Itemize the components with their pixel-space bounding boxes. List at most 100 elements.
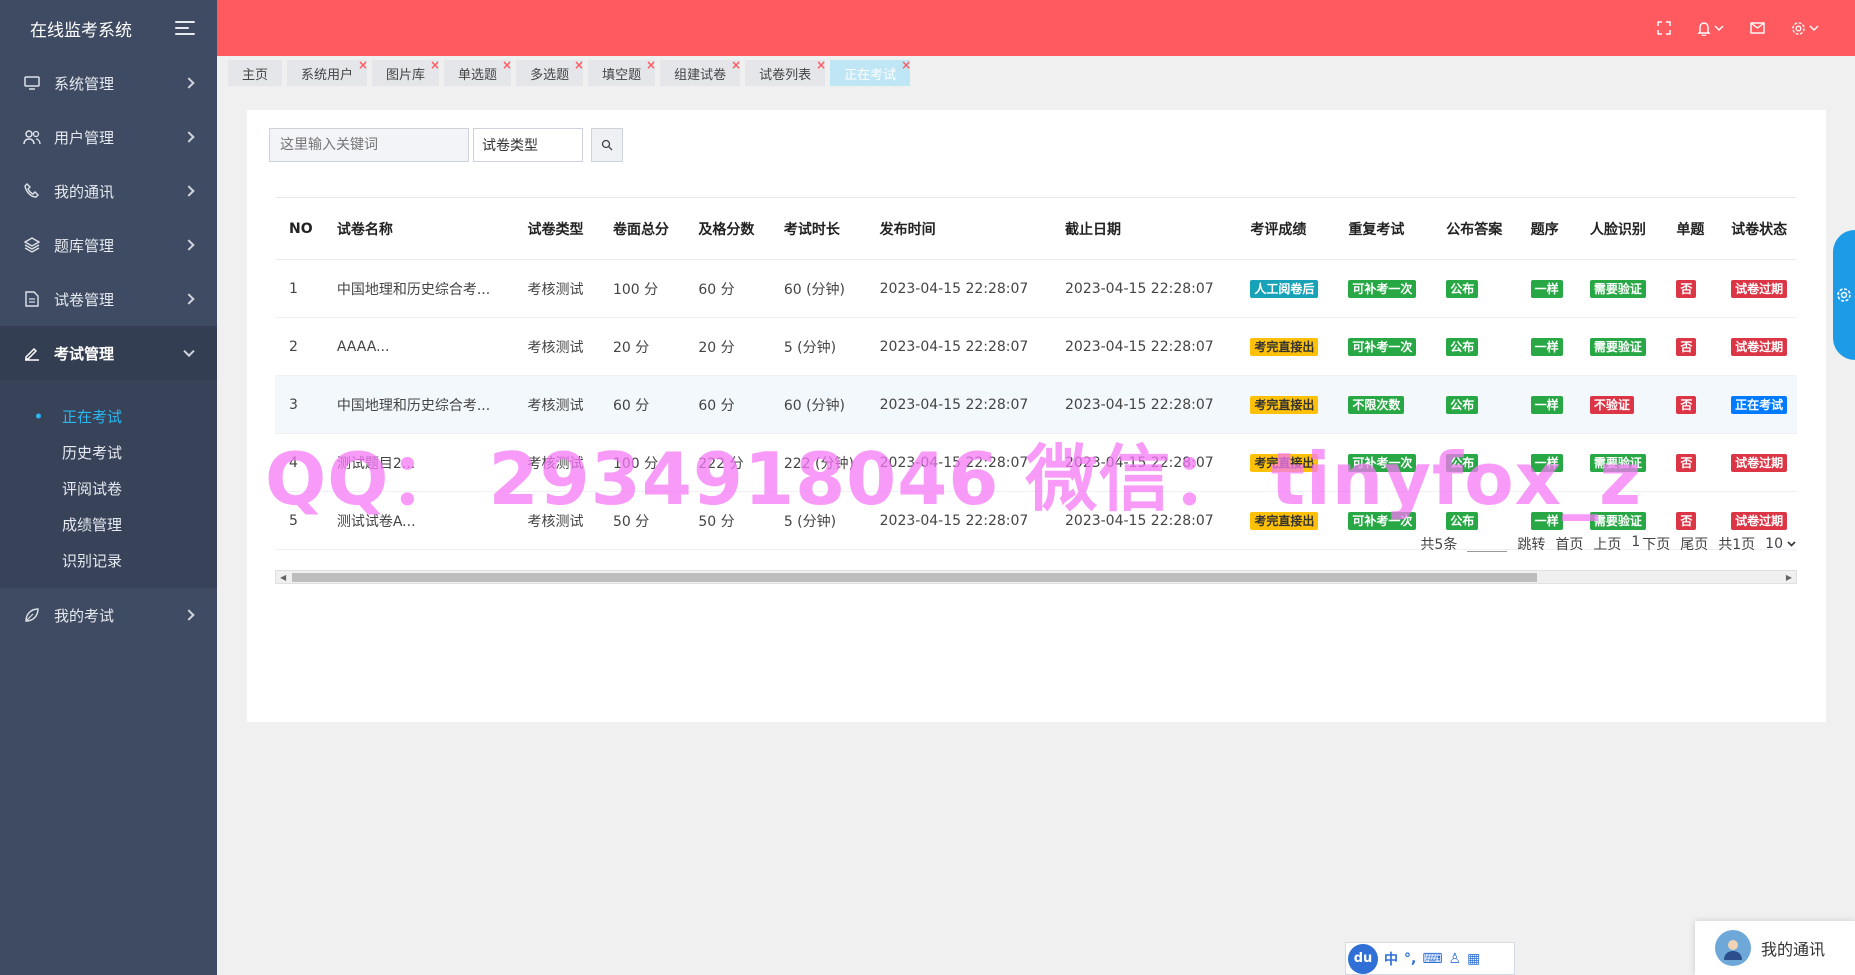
- menu-toggle-icon[interactable]: [175, 20, 195, 36]
- ime-logo: du: [1348, 943, 1378, 974]
- close-icon[interactable]: ×: [901, 58, 911, 72]
- app-title: 在线监考系统: [30, 20, 132, 41]
- badge-order: 一样: [1530, 337, 1563, 356]
- sidebar-item-users[interactable]: 用户管理: [0, 110, 217, 164]
- pen-icon: [22, 343, 42, 363]
- table-row[interactable]: 2 AAAA... 考核测试 20 分 20 分5 (分钟) 2023-04-15 22:…: [275, 317, 1797, 376]
- bell-icon[interactable]: [1697, 21, 1724, 36]
- pager-next[interactable]: 下页: [1642, 534, 1670, 554]
- tab-system-users[interactable]: 系统用户 ×: [287, 58, 368, 86]
- page-size-select[interactable]: 10: [1765, 536, 1796, 552]
- pager-jump-input[interactable]: [1467, 536, 1508, 552]
- sidebar-item-label: 试卷管理: [54, 290, 115, 309]
- tab-ongoing-exam[interactable]: 正在考试 ×: [830, 58, 911, 86]
- content-card: 试卷类型 NO试卷名称试卷类型卷面总分及格分数考试时长发布时间截止日期考评成绩重…: [247, 110, 1826, 722]
- close-icon[interactable]: ×: [574, 58, 584, 72]
- scroll-right-icon[interactable]: ▶: [1786, 573, 1792, 582]
- sidebar: 在线监考系统 系统管理 用户管理 我的通讯 题库管理 试卷管理 考试管理 正在考…: [0, 0, 217, 975]
- sidebar-item-question-bank[interactable]: 题库管理: [0, 218, 217, 272]
- table-cell-pass: 60 分: [684, 259, 770, 318]
- tab-multi-choice[interactable]: 多选题 ×: [516, 58, 584, 86]
- paper-type-select[interactable]: 试卷类型: [473, 128, 583, 162]
- ime-user-icon[interactable]: ♙: [1449, 951, 1462, 967]
- mail-icon[interactable]: [1750, 22, 1765, 34]
- ime-mode[interactable]: 中: [1384, 949, 1398, 969]
- leaf-icon: [22, 605, 42, 625]
- sidebar-item-exams[interactable]: 考试管理: [0, 326, 217, 380]
- column-header: 题序: [1516, 197, 1576, 260]
- badge-repeat: 可补考一次: [1348, 279, 1417, 298]
- pager-first[interactable]: 首页: [1555, 534, 1583, 554]
- table-cell-type: 考核测试: [513, 259, 599, 318]
- scrollbar-thumb[interactable]: [292, 573, 1537, 582]
- sidebar-item-my-exams[interactable]: 我的考试: [0, 588, 217, 642]
- pager-current[interactable]: 1: [1631, 534, 1640, 554]
- search-icon: [601, 139, 613, 151]
- column-header: 试卷类型: [513, 197, 599, 260]
- badge-single: 否: [1676, 337, 1697, 356]
- tab-paper-list[interactable]: 试卷列表 ×: [745, 58, 826, 86]
- brand: 在线监考系统: [0, 0, 217, 56]
- chevron-right-icon: [183, 609, 195, 621]
- submenu-item-ongoing[interactable]: 正在考试: [0, 398, 217, 434]
- sidebar-item-system[interactable]: 系统管理: [0, 56, 217, 110]
- ime-toolbar[interactable]: du 中 °, ⌨ ♙ ▦: [1345, 942, 1515, 975]
- column-header: 考试时长: [769, 197, 866, 260]
- ime-grid-icon[interactable]: ▦: [1467, 951, 1480, 967]
- pager-prev[interactable]: 上页: [1593, 534, 1621, 554]
- tab-build-paper[interactable]: 组建试卷 ×: [660, 58, 741, 86]
- table-cell-status: 试卷过期: [1717, 433, 1797, 492]
- table-cell-total: 20 分: [598, 317, 685, 376]
- tab-image-library[interactable]: 图片库 ×: [372, 58, 440, 86]
- horizontal-scrollbar[interactable]: ◀ ▶: [275, 570, 1797, 584]
- sidebar-item-papers[interactable]: 试卷管理: [0, 272, 217, 326]
- close-icon[interactable]: ×: [731, 58, 741, 72]
- ime-keyboard-icon[interactable]: ⌨: [1422, 951, 1442, 967]
- submenu-item-records[interactable]: 识别记录: [0, 542, 217, 578]
- table-cell-status: 试卷过期: [1717, 259, 1797, 318]
- tab-single-choice[interactable]: 单选题 ×: [444, 58, 512, 86]
- table-cell-order: 一样: [1516, 259, 1576, 318]
- gear-icon: [1837, 288, 1851, 302]
- phone-icon: [22, 181, 42, 201]
- table-cell-grade: 人工阅卷后: [1236, 259, 1335, 318]
- close-icon[interactable]: ×: [646, 58, 656, 72]
- sidebar-item-label: 考试管理: [54, 344, 115, 363]
- pager-last[interactable]: 尾页: [1680, 534, 1708, 554]
- close-icon[interactable]: ×: [816, 58, 826, 72]
- settings-gear-icon[interactable]: [1791, 21, 1819, 36]
- table-cell-status: 试卷过期: [1717, 317, 1797, 376]
- pagination: 共5条 跳转 首页 上页 1 下页 尾页 共1页 10: [1420, 534, 1796, 554]
- fullscreen-icon[interactable]: [1657, 21, 1671, 35]
- pager-jump[interactable]: 跳转: [1517, 534, 1545, 554]
- column-header: 公布答案: [1432, 197, 1517, 260]
- badge-order: 一样: [1530, 279, 1563, 298]
- submenu-item-history[interactable]: 历史考试: [0, 434, 217, 470]
- badge-grade: 考完直接出: [1250, 395, 1319, 414]
- top-header: [217, 0, 1855, 56]
- table-cell-publish: 2023-04-15 22:28:07: [865, 259, 1051, 318]
- close-icon[interactable]: ×: [502, 58, 512, 72]
- sidebar-item-label: 我的通讯: [54, 182, 115, 201]
- tab-fill-blank[interactable]: 填空题 ×: [588, 58, 656, 86]
- document-icon: [22, 289, 42, 309]
- table-cell-pass: 20 分: [684, 317, 770, 376]
- sidebar-item-contacts[interactable]: 我的通讯: [0, 164, 217, 218]
- tab-home[interactable]: 主页: [228, 60, 283, 86]
- sidebar-item-label: 题库管理: [54, 236, 115, 255]
- ime-punct-icon[interactable]: °,: [1404, 951, 1416, 967]
- close-icon[interactable]: ×: [430, 58, 440, 72]
- scroll-left-icon[interactable]: ◀: [280, 573, 286, 582]
- close-icon[interactable]: ×: [358, 58, 368, 72]
- layers-icon: [22, 235, 42, 255]
- search-button[interactable]: [591, 128, 623, 162]
- table-cell-grade: 考完直接出: [1236, 317, 1335, 376]
- chat-widget[interactable]: 我的通讯: [1695, 921, 1855, 975]
- table-row[interactable]: 1 中国地理和历史综合考... 考核测试 100 分 60 分 60 (分钟) 2023-0…: [275, 259, 1797, 318]
- badge-status: 正在考试: [1731, 395, 1788, 414]
- submenu-item-review[interactable]: 评阅试卷: [0, 470, 217, 506]
- submenu-item-scores[interactable]: 成绩管理: [0, 506, 217, 542]
- badge-face: 需要验证: [1589, 279, 1646, 298]
- keyword-input[interactable]: [269, 128, 469, 162]
- theme-settings-tab[interactable]: [1833, 230, 1855, 360]
